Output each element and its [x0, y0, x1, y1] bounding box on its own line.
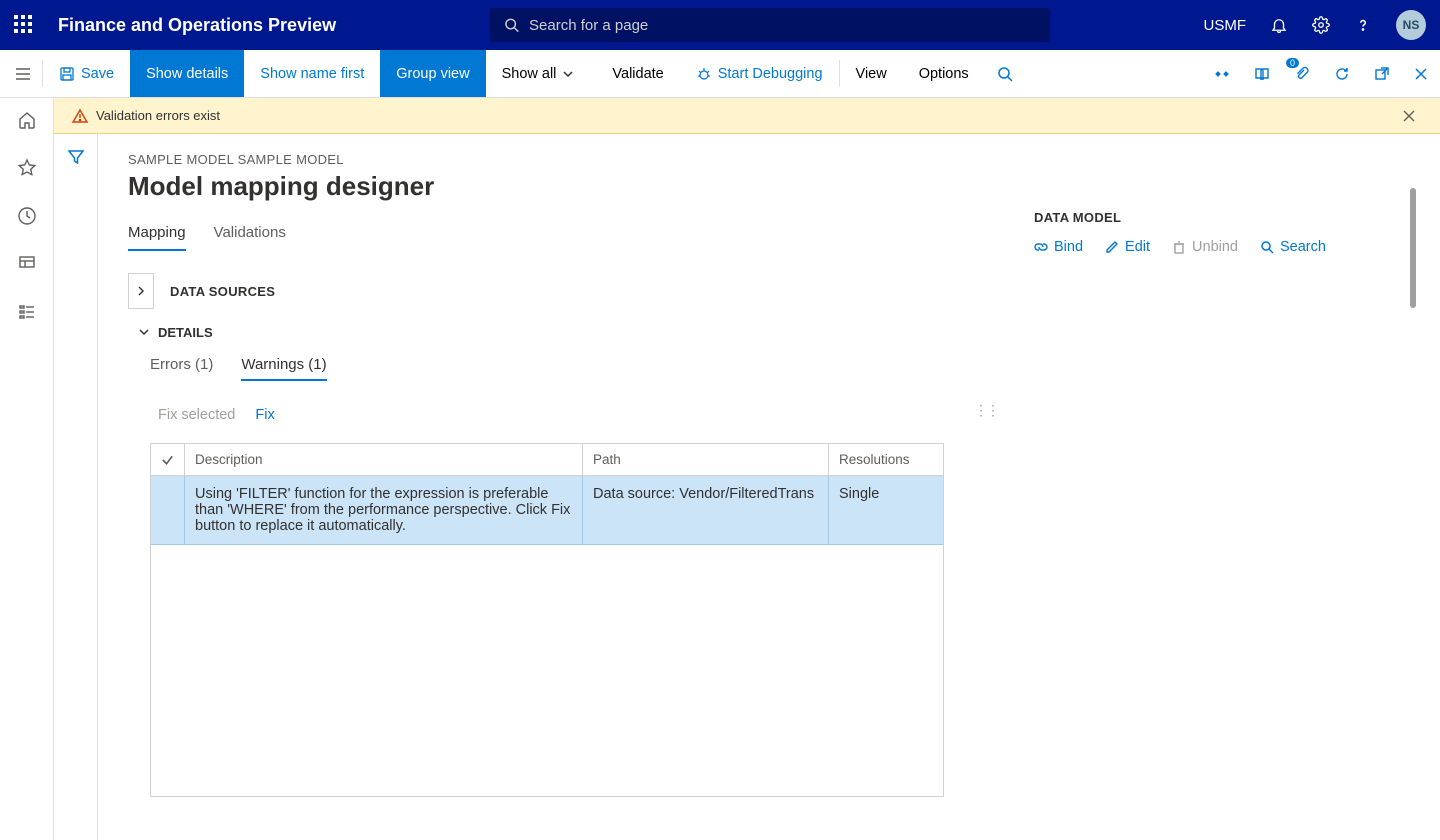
col-description[interactable]: Description	[185, 444, 583, 475]
scrollbar[interactable]	[1410, 188, 1416, 308]
company-label[interactable]: USMF	[1204, 17, 1247, 34]
bind-button[interactable]: Bind	[1034, 239, 1083, 255]
datamodel-label: DATA MODEL	[1010, 210, 1410, 225]
breadcrumb: SAMPLE MODEL SAMPLE MODEL	[128, 152, 944, 167]
checkmark-icon	[161, 453, 174, 467]
start-debugging-button[interactable]: Start Debugging	[680, 50, 839, 97]
filter-icon[interactable]	[67, 148, 85, 166]
book-icon[interactable]	[1242, 50, 1282, 97]
debug-icon	[696, 66, 712, 82]
warnings-grid: Description Path Resolutions Using 'FILT…	[150, 443, 944, 797]
modules-icon[interactable]	[17, 302, 37, 322]
save-icon	[59, 66, 75, 82]
show-name-first-button[interactable]: Show name first	[244, 50, 380, 97]
search-input[interactable]	[490, 8, 1050, 42]
page-title: Model mapping designer	[128, 171, 944, 202]
row-resolutions: Single	[829, 476, 943, 544]
search-icon	[504, 17, 519, 33]
chevron-right-icon	[136, 286, 146, 296]
table-row[interactable]: Using 'FILTER' function for the expressi…	[151, 476, 943, 545]
search-icon	[1260, 240, 1274, 254]
show-all-button[interactable]: Show all	[486, 50, 597, 97]
datasources-expand[interactable]	[128, 273, 154, 309]
unbind-button: Unbind	[1172, 239, 1238, 255]
tab-errors[interactable]: Errors (1)	[150, 356, 213, 381]
tab-validations[interactable]: Validations	[214, 224, 286, 251]
pencil-icon	[1105, 240, 1119, 254]
group-view-button[interactable]: Group view	[380, 50, 485, 97]
validate-button[interactable]: Validate	[596, 50, 679, 97]
show-details-button[interactable]: Show details	[130, 50, 244, 97]
banner-close-icon[interactable]	[1402, 109, 1416, 123]
workspace-icon[interactable]	[17, 254, 37, 274]
link-icon	[1034, 240, 1048, 254]
plugin-icon[interactable]	[1202, 50, 1242, 97]
view-button[interactable]: View	[840, 50, 903, 97]
recent-icon[interactable]	[17, 206, 37, 226]
gear-icon[interactable]	[1312, 16, 1330, 34]
hamburger-icon[interactable]	[14, 65, 32, 83]
home-icon[interactable]	[17, 110, 37, 130]
split-handle[interactable]: ⋮⋮	[974, 402, 980, 430]
tab-mapping[interactable]: Mapping	[128, 224, 186, 251]
select-all-checkbox[interactable]	[151, 444, 185, 475]
refresh-icon[interactable]	[1322, 50, 1362, 97]
validation-banner: Validation errors exist	[54, 98, 1440, 134]
fix-selected-button: Fix selected	[158, 407, 235, 423]
warning-icon	[72, 108, 88, 124]
fix-button[interactable]: Fix	[255, 407, 274, 423]
close-icon[interactable]	[1402, 50, 1440, 97]
col-resolutions[interactable]: Resolutions	[829, 444, 943, 475]
options-button[interactable]: Options	[903, 50, 985, 97]
row-checkbox[interactable]	[151, 476, 185, 544]
tab-warnings[interactable]: Warnings (1)	[241, 356, 326, 381]
edit-button[interactable]: Edit	[1105, 239, 1150, 255]
star-icon[interactable]	[17, 158, 37, 178]
toolbar-search-icon[interactable]	[985, 50, 1025, 97]
attachments-icon[interactable]	[1282, 50, 1322, 97]
datasources-label: DATA SOURCES	[170, 284, 275, 299]
trash-icon	[1172, 240, 1186, 254]
bell-icon[interactable]	[1270, 16, 1288, 34]
chevron-down-icon[interactable]	[138, 327, 150, 339]
popout-icon[interactable]	[1362, 50, 1402, 97]
row-description: Using 'FILTER' function for the expressi…	[185, 476, 583, 544]
dm-search-button[interactable]: Search	[1260, 239, 1326, 255]
help-icon[interactable]	[1354, 16, 1372, 34]
row-path: Data source: Vendor/FilteredTrans	[583, 476, 829, 544]
col-path[interactable]: Path	[583, 444, 829, 475]
avatar[interactable]: NS	[1396, 10, 1426, 40]
save-button[interactable]: Save	[43, 50, 130, 97]
waffle-icon[interactable]	[14, 15, 34, 35]
app-title: Finance and Operations Preview	[58, 15, 336, 36]
chevron-down-icon	[562, 68, 574, 80]
